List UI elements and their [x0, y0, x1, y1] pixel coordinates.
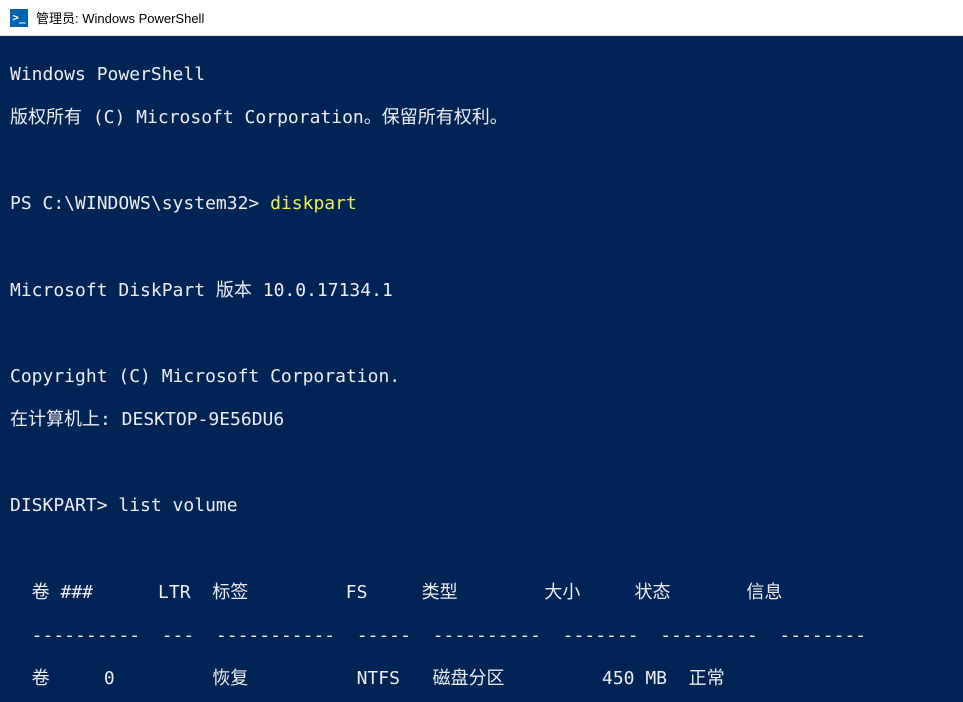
diskpart-copyright: Copyright (C) Microsoft Corporation.	[10, 366, 953, 388]
diskpart-computer: 在计算机上: DESKTOP-9E56DU6	[10, 409, 953, 431]
command-list-volume: list volume	[118, 495, 237, 516]
window-title: 管理员: Windows PowerShell	[36, 8, 204, 27]
powershell-window: >_ 管理员: Windows PowerShell Windows Power…	[0, 0, 963, 702]
ps-header-line-2: 版权所有 (C) Microsoft Corporation。保留所有权利。	[10, 107, 953, 129]
volume-row-0: 卷 0 恢复 NTFS 磁盘分区 450 MB 正常	[10, 668, 953, 690]
volume-table-divider: ---------- --- ----------- ----- -------…	[10, 625, 953, 647]
diskpart-version: Microsoft DiskPart 版本 10.0.17134.1	[10, 280, 953, 302]
prompt-line-2: DISKPART> list volume	[10, 495, 953, 517]
titlebar[interactable]: >_ 管理员: Windows PowerShell	[0, 0, 963, 36]
blank-line	[10, 452, 953, 474]
blank-line	[10, 150, 953, 172]
blank-line	[10, 236, 953, 258]
blank-line	[10, 323, 953, 345]
prompt-prefix: DISKPART>	[10, 495, 118, 516]
terminal-area[interactable]: Windows PowerShell 版权所有 (C) Microsoft Co…	[0, 36, 963, 702]
powershell-icon: >_	[10, 9, 28, 27]
prompt-prefix: PS C:\WINDOWS\system32>	[10, 193, 270, 214]
prompt-line-1: PS C:\WINDOWS\system32> diskpart	[10, 193, 953, 215]
command-diskpart: diskpart	[270, 193, 357, 214]
ps-header-line-1: Windows PowerShell	[10, 64, 953, 86]
volume-table-header: 卷 ### LTR 标签 FS 类型 大小 状态 信息	[10, 582, 953, 604]
blank-line	[10, 539, 953, 561]
